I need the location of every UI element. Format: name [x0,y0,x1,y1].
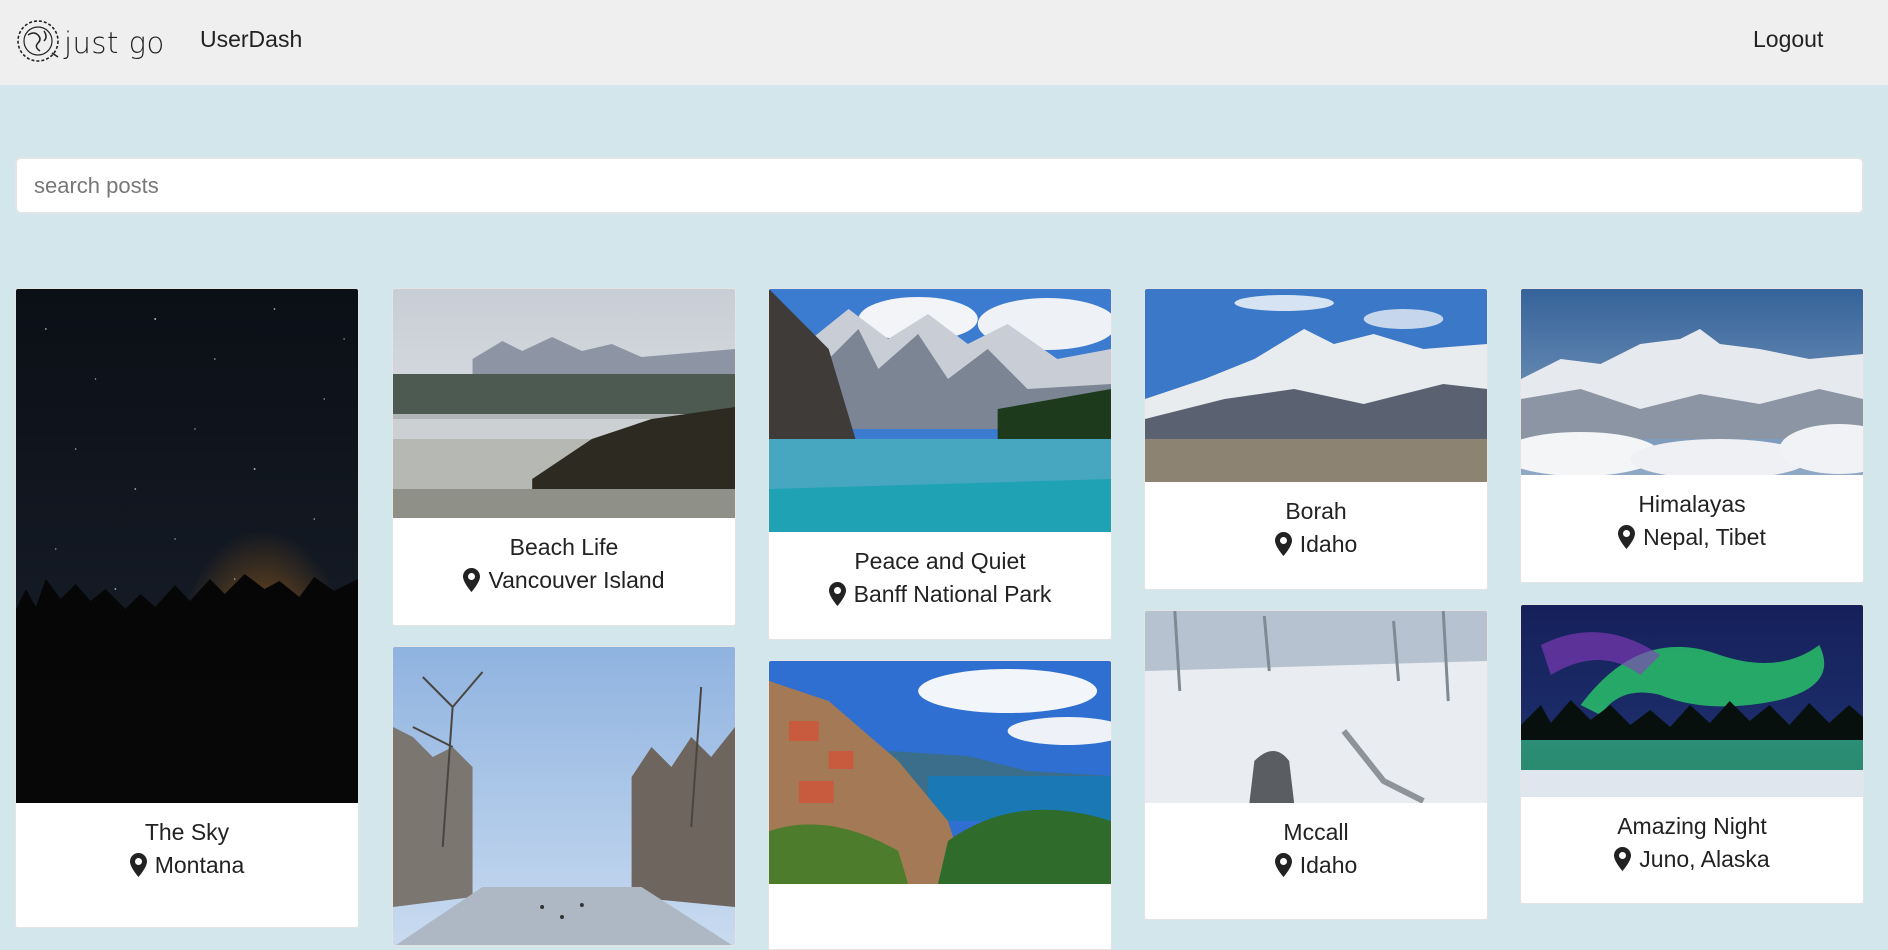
post-image [769,289,1111,532]
post-card[interactable]: Peace and Quiet Banff National Park [768,288,1112,640]
post-title: Mccall [1283,819,1349,845]
post-card[interactable] [768,660,1112,950]
map-marker-icon [129,853,147,877]
post-card[interactable]: The Sky Montana [15,288,359,928]
map-marker-icon [1274,853,1292,877]
post-card-body: The Sky Montana [16,803,358,883]
post-image [1521,605,1863,797]
logout-link[interactable]: Logout [1753,26,1823,53]
post-title: Beach Life [509,534,619,560]
post-image [1145,611,1487,803]
nav-userdash-link[interactable]: UserDash [200,26,302,53]
post-image [1145,289,1487,482]
post-card[interactable]: Beach Life Vancouver Island [392,288,736,626]
post-location: Nepal, Tibet [1521,519,1863,555]
post-image [1521,289,1863,475]
map-marker-icon [1618,525,1636,549]
post-location-text: Banff National Park [853,581,1052,607]
post-location-text: Montana [154,852,245,878]
globe-icon [14,17,62,70]
post-card[interactable]: Himalayas Nepal, Tibet [1520,288,1864,583]
post-title: The Sky [144,819,230,845]
post-image [769,661,1111,884]
post-image [393,647,735,945]
post-card-body: Peace and Quiet Banff National Park [769,532,1111,612]
post-location: Idaho [1145,847,1487,883]
post-card-body: Amazing Night Juno, Alaska [1521,797,1863,877]
post-card-body: Beach Life Vancouver Island [393,518,735,598]
map-marker-icon [463,568,481,592]
post-location-text: Vancouver Island [488,567,665,593]
post-card[interactable]: Mccall Idaho [1144,610,1488,920]
post-card-body: Himalayas Nepal, Tibet [1521,475,1863,555]
post-location-text: Juno, Alaska [1639,846,1770,872]
navbar: just go UserDash Logout [0,0,1888,85]
search-input[interactable] [15,157,1864,214]
post-location: Idaho [1145,526,1487,562]
post-location: Banff National Park [769,576,1111,612]
brand-name: just go [64,26,165,60]
post-card-body: Mccall Idaho [1145,803,1487,883]
post-card[interactable]: Amazing Night Juno, Alaska [1520,604,1864,904]
post-title: Amazing Night [1617,813,1767,839]
map-marker-icon [828,582,846,606]
post-location-text: Idaho [1299,852,1358,878]
post-card-body [769,884,1111,898]
post-location: Montana [16,847,358,883]
post-title: Peace and Quiet [854,548,1026,574]
brand-logo-link[interactable]: just go [14,18,165,68]
post-card-body: Borah Idaho [1145,482,1487,562]
post-location-text: Nepal, Tibet [1643,524,1766,550]
map-marker-icon [1274,532,1292,556]
post-image [16,289,358,803]
post-image [393,289,735,518]
post-card[interactable] [392,646,736,946]
post-location: Juno, Alaska [1521,841,1863,877]
post-title: Himalayas [1638,491,1746,517]
post-card[interactable]: Borah Idaho [1144,288,1488,590]
post-location: Vancouver Island [393,562,735,598]
post-title: Borah [1285,498,1347,524]
map-marker-icon [1614,847,1632,871]
post-location-text: Idaho [1299,531,1358,557]
